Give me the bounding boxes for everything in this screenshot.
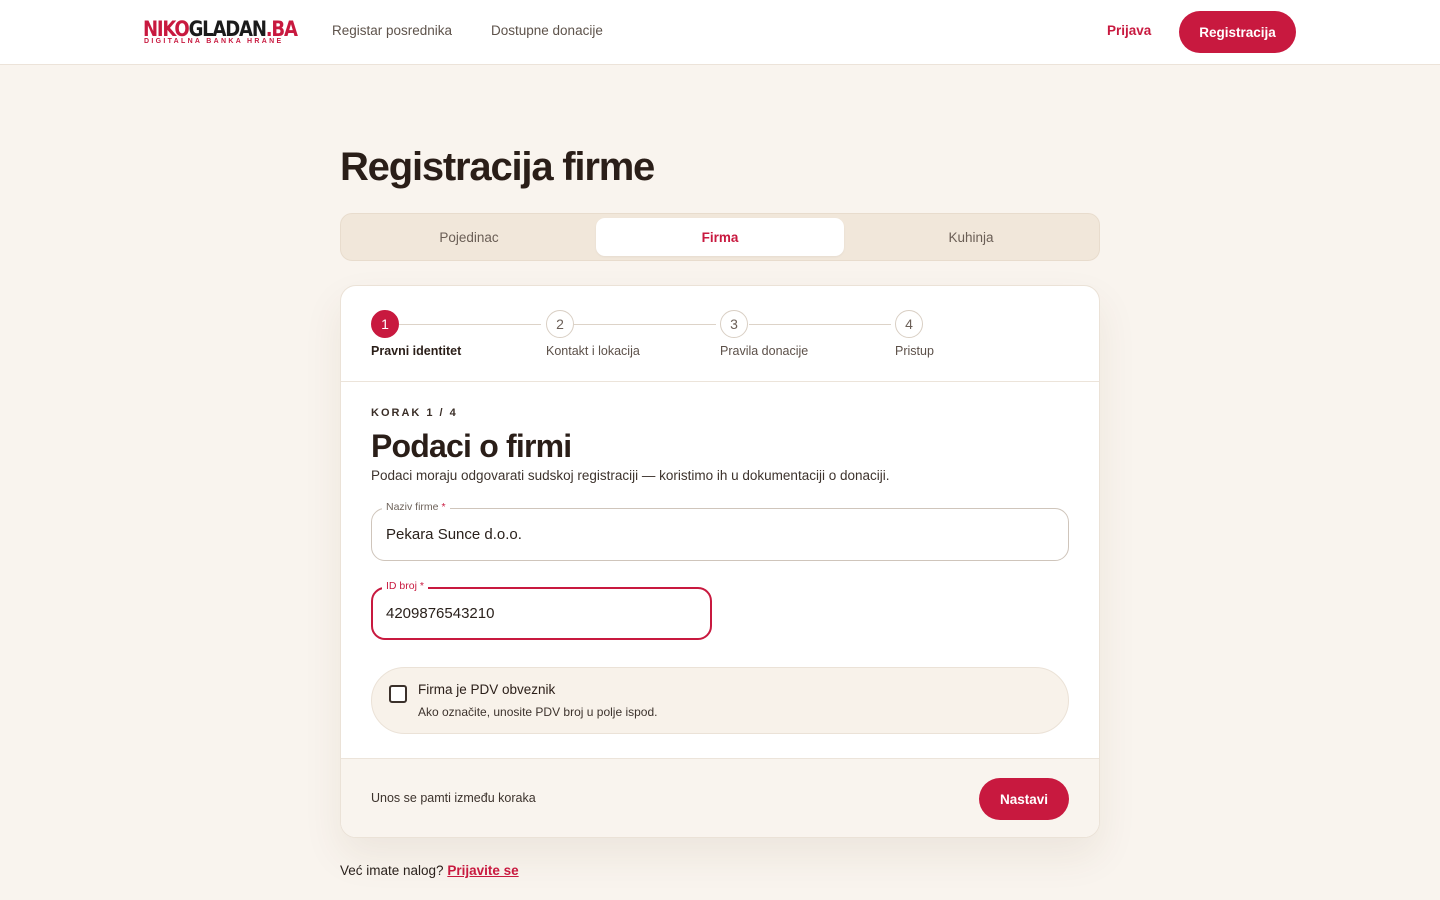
site-logo[interactable]: NIKOGLADAN.BA DIGITALNA BANKA HRANE <box>143 17 298 47</box>
section-description: Podaci moraju odgovarati sudskoj registr… <box>371 468 890 483</box>
step-3-label: Pravila donacije <box>720 344 809 358</box>
nav-link-available-donations[interactable]: Dostupne donacije <box>491 23 603 39</box>
tab-individual[interactable]: Pojedinac <box>345 218 593 256</box>
vat-option[interactable]: Firma je PDV obveznik Ako označite, unos… <box>371 667 1069 734</box>
tab-kitchen[interactable]: Kuhinja <box>847 218 1095 256</box>
register-button[interactable]: Registracija <box>1179 11 1296 53</box>
id-number-field[interactable]: ID broj * 4209876543210 <box>371 579 712 640</box>
step-connector <box>399 324 541 325</box>
login-prompt-link[interactable]: Prijavite se <box>447 863 518 878</box>
registration-form-card: 1 2 3 4 Pravni identitet Kontakt i lokac… <box>340 285 1100 838</box>
autosave-note: Unos se pamti između koraka <box>371 791 536 805</box>
step-3-indicator: 3 <box>720 310 748 338</box>
step-connector <box>574 324 716 325</box>
id-number-input[interactable]: 4209876543210 <box>386 605 494 622</box>
tab-company[interactable]: Firma <box>596 218 844 256</box>
top-navigation-bar: NIKOGLADAN.BA DIGITALNA BANKA HRANE Regi… <box>0 0 1440 65</box>
login-prompt-text: Već imate nalog? <box>340 863 444 878</box>
vat-hint: Ako označite, unosite PDV broj u polje i… <box>418 705 658 719</box>
company-name-field[interactable]: Naziv firme * Pekara Sunce d.o.o. <box>371 500 1069 561</box>
registration-type-tabs: Pojedinac Firma Kuhinja <box>340 213 1100 261</box>
step-kicker: KORAK 1 / 4 <box>371 407 458 419</box>
nav-link-intermediaries[interactable]: Registar posrednika <box>332 23 452 39</box>
vat-label: Firma je PDV obveznik <box>418 682 556 697</box>
step-1-indicator: 1 <box>371 310 399 338</box>
step-connector <box>749 324 891 325</box>
next-button[interactable]: Nastavi <box>979 778 1069 820</box>
step-2-indicator: 2 <box>546 310 574 338</box>
stepper: 1 2 3 4 Pravni identitet Kontakt i lokac… <box>341 286 1099 382</box>
vat-checkbox[interactable] <box>389 685 407 703</box>
login-link[interactable]: Prijava <box>1107 23 1151 39</box>
id-number-label: ID broj * <box>382 579 428 593</box>
section-title: Podaci o firmi <box>371 428 572 464</box>
company-name-label: Naziv firme * <box>382 500 450 514</box>
login-prompt: Već imate nalog? Prijavite se <box>340 863 519 878</box>
step-2-label: Kontakt i lokacija <box>546 344 640 358</box>
step-4-indicator: 4 <box>895 310 923 338</box>
form-footer: Unos se pamti između koraka Nastavi <box>341 758 1099 837</box>
step-4-label: Pristup <box>895 344 934 358</box>
company-name-input[interactable]: Pekara Sunce d.o.o. <box>386 526 522 543</box>
page-title: Registracija firme <box>340 145 655 189</box>
logo-tagline: DIGITALNA BANKA HRANE <box>144 38 284 45</box>
step-1-label: Pravni identitet <box>371 344 462 358</box>
